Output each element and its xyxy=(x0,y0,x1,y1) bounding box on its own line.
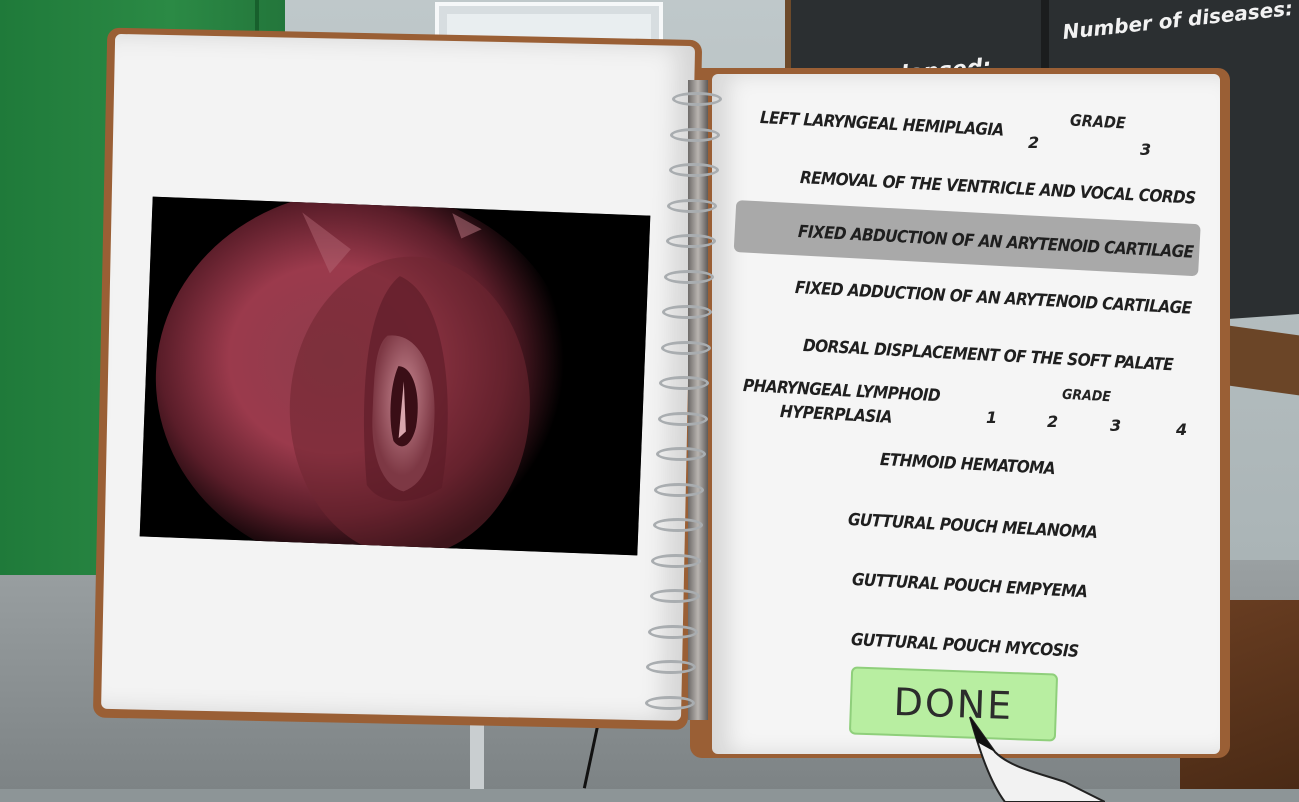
spiral-ring xyxy=(657,411,708,426)
endoscope-image xyxy=(139,196,651,556)
spiral-ring xyxy=(668,163,719,177)
hemiplagia-grade-3[interactable]: 3 xyxy=(1140,140,1151,159)
spiral-ring xyxy=(665,234,716,248)
notebook-stand xyxy=(470,715,484,789)
spiral-ring xyxy=(649,589,700,603)
spiral-ring xyxy=(644,695,695,710)
lymphoid-grade-4[interactable]: 4 xyxy=(1176,420,1187,439)
hemiplagia-grade-2[interactable]: 2 xyxy=(1028,133,1039,152)
spiral-ring xyxy=(670,127,721,142)
spiral-ring xyxy=(659,376,710,390)
spiral-ring xyxy=(672,92,722,106)
lymphoid-grade-2[interactable]: 2 xyxy=(1047,412,1058,431)
spiral-ring xyxy=(656,447,706,461)
blackboard-frame xyxy=(1222,324,1299,396)
hemiplagia-grade-label: Grade xyxy=(1069,110,1127,133)
lymphoid-grade-1[interactable]: 1 xyxy=(986,408,997,427)
spiral-ring xyxy=(654,482,705,497)
lymphoid-grade-label: Grade xyxy=(1061,386,1112,406)
spiral-ring xyxy=(667,198,718,213)
spiral-ring xyxy=(664,269,714,284)
spiral-ring xyxy=(652,518,703,532)
spiral-ring xyxy=(660,340,711,355)
lymphoid-grade-3[interactable]: 3 xyxy=(1110,416,1121,435)
spiral-ring xyxy=(651,553,702,568)
endoscope-view xyxy=(139,196,651,556)
spiral-ring xyxy=(648,624,698,639)
